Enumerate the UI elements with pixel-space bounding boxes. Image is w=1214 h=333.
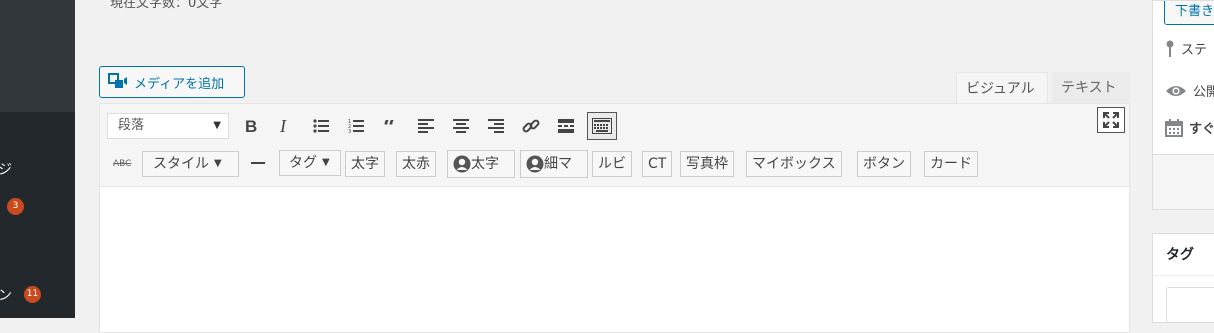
style-dropdown-label: スタイル [153, 156, 209, 172]
italic-icon[interactable]: I [272, 113, 298, 139]
eye-icon [1166, 85, 1186, 96]
ruby-button[interactable]: ルビ [592, 151, 632, 177]
chevron-down-icon: ▼ [213, 120, 221, 131]
status-label: ステ [1181, 43, 1208, 58]
format-select[interactable]: 段落 ▼ [107, 113, 229, 139]
editor-toolbar: 段落 ▼ B I 1 2 3 “ [100, 104, 1129, 187]
sidebar-comments-badge: 3 [7, 198, 24, 215]
align-right-icon[interactable] [483, 113, 509, 139]
pin-icon [1166, 40, 1174, 57]
svg-text:3: 3 [348, 129, 351, 134]
read-more-icon[interactable] [553, 113, 579, 139]
bold-text-button[interactable]: 太字 [345, 151, 385, 177]
schedule-label: すぐ [1189, 122, 1214, 137]
button-button[interactable]: ボタン [857, 151, 911, 177]
add-media-label: メディアを追加 [134, 76, 225, 92]
mybox-button[interactable]: マイボックス [746, 151, 842, 177]
format-select-value: 段落 [118, 118, 145, 133]
tab-text[interactable]: テキスト [1052, 72, 1130, 104]
bold-red-button[interactable]: 太赤 [396, 151, 436, 177]
publish-box: 下書き ステ 公開 すぐ [1152, 0, 1214, 210]
chevron-down-icon: ▼ [214, 158, 222, 169]
expand-icon [1103, 112, 1119, 128]
horizontal-line-button[interactable] [251, 162, 265, 164]
calendar-icon [1165, 118, 1183, 137]
user-avatar-icon [453, 155, 471, 173]
tag-dropdown-label: タグ [289, 155, 317, 171]
style-dropdown[interactable]: スタイル ▼ [142, 151, 239, 177]
save-draft-button[interactable]: 下書き [1164, 1, 1214, 25]
visibility-row: 公開 [1165, 81, 1214, 100]
status-row: ステ [1165, 39, 1207, 58]
avatar-thin-label: 細マ [544, 156, 572, 172]
svg-text:I: I [279, 118, 287, 134]
user-avatar-icon [526, 155, 544, 173]
tags-box-title: タグ [1166, 247, 1194, 263]
sidebar-plugins-badge: 11 [24, 286, 41, 303]
divider [1153, 275, 1214, 276]
publish-actions [1153, 154, 1214, 209]
tab-visual[interactable]: ビジュアル [956, 72, 1048, 104]
admin-sidebar: ジ 3 ン 11 [0, 0, 75, 318]
photo-frame-button[interactable]: 写真枠 [680, 151, 734, 177]
visibility-label: 公開 [1193, 85, 1214, 100]
word-count-text: 現在文字数：0文字 [110, 0, 223, 11]
sidebar-item-plugins-label[interactable]: ン [0, 285, 12, 305]
avatar-bold-button[interactable]: 太字 [447, 150, 515, 178]
add-media-button[interactable]: メディアを追加 [99, 66, 245, 98]
sidebar-item-pages-label[interactable]: ジ [0, 159, 12, 179]
strikethrough-button[interactable]: ABC [113, 159, 131, 169]
ct-button[interactable]: CT [642, 151, 673, 177]
link-icon[interactable] [518, 113, 544, 139]
numbered-list-icon[interactable]: 1 2 3 [343, 113, 369, 139]
tags-box: タグ [1152, 233, 1214, 323]
avatar-bold-label: 太字 [471, 156, 499, 172]
media-icon [108, 73, 128, 91]
sidebar-active-section [0, 0, 75, 112]
svg-text:B: B [245, 118, 257, 134]
avatar-thin-button[interactable]: 細マ [520, 150, 588, 178]
svg-text:“: “ [383, 120, 396, 132]
toolbar-toggle-icon[interactable] [587, 112, 617, 140]
blockquote-icon[interactable]: “ [378, 113, 404, 139]
schedule-row: すぐ [1165, 118, 1214, 137]
align-left-icon[interactable] [413, 113, 439, 139]
bullet-list-icon[interactable] [308, 113, 334, 139]
tag-dropdown[interactable]: タグ ▼ [279, 150, 341, 176]
chevron-down-icon: ▼ [322, 157, 330, 168]
bold-icon[interactable]: B [238, 113, 264, 139]
fullscreen-button[interactable] [1097, 107, 1125, 133]
card-button[interactable]: カード [924, 151, 978, 177]
editor-frame: 段落 ▼ B I 1 2 3 “ [99, 103, 1130, 333]
align-center-icon[interactable] [448, 113, 474, 139]
